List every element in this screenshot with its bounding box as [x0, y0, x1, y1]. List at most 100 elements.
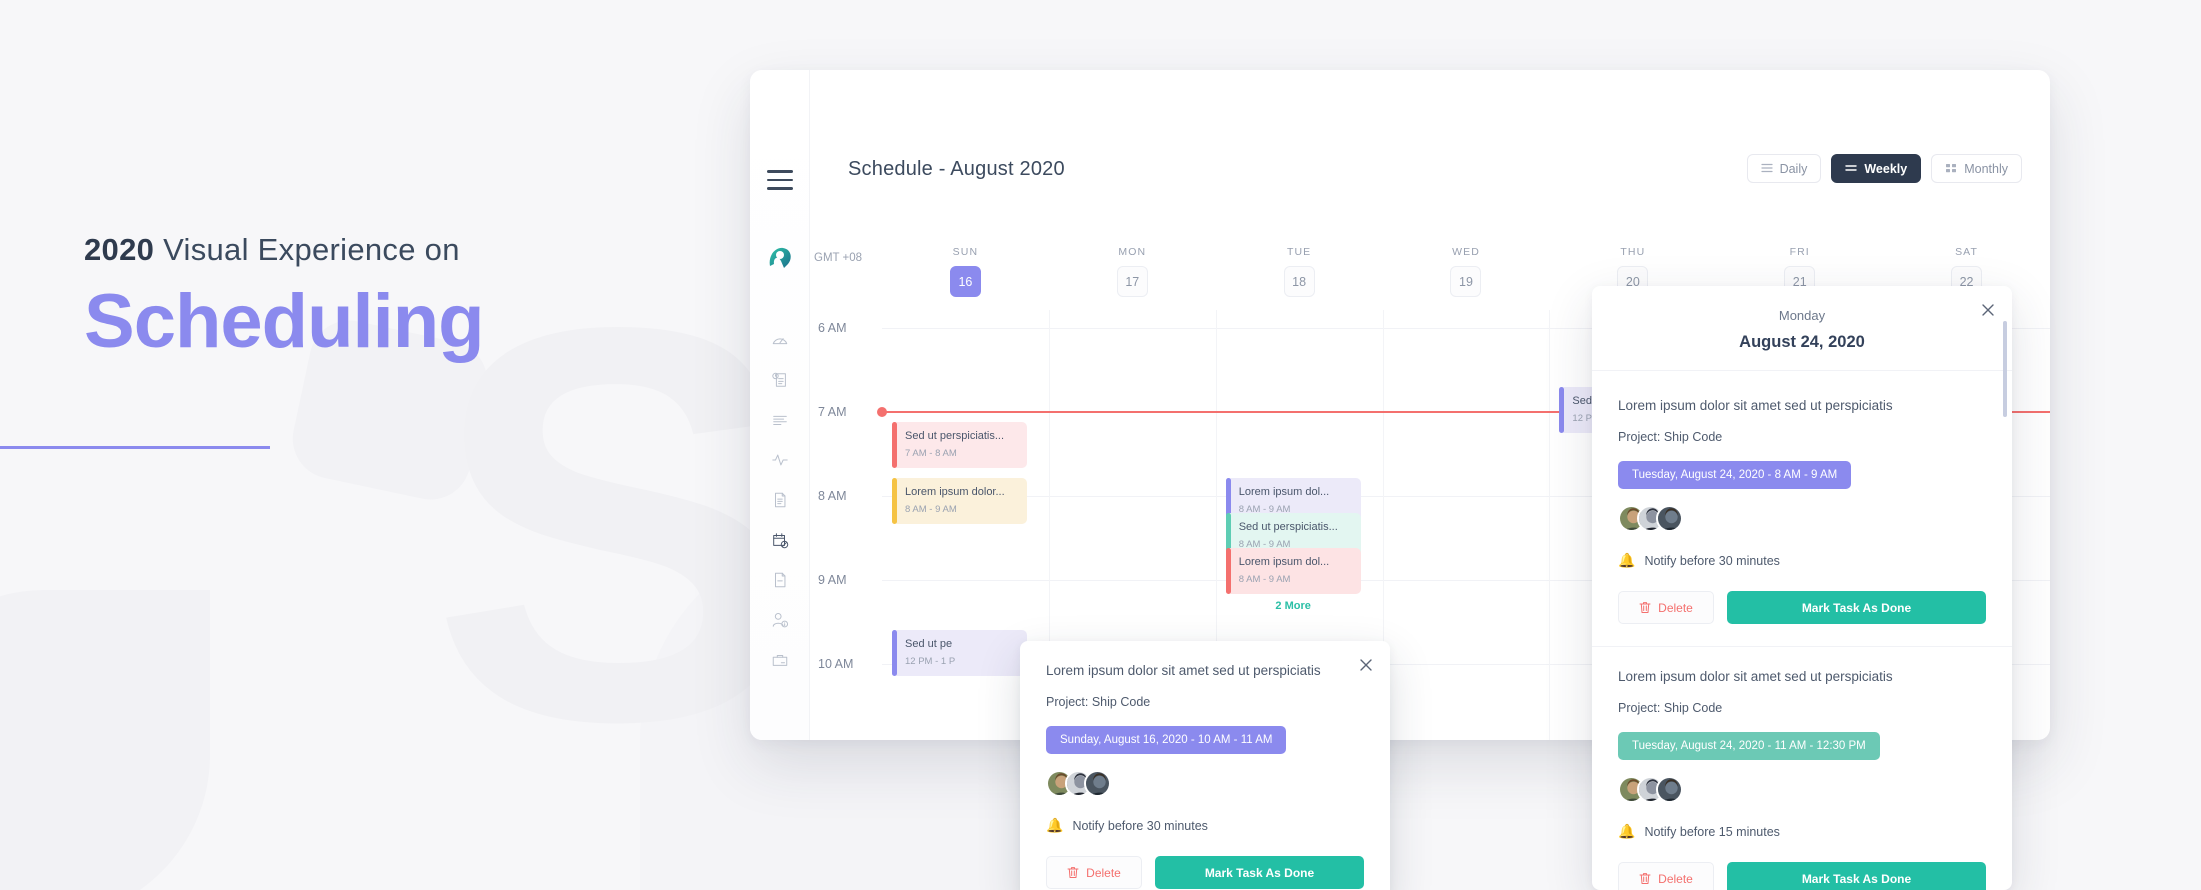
event-description: Lorem ipsum dolor sit amet sed ut perspi… [1618, 398, 1893, 413]
trash-icon [1067, 867, 1079, 878]
day-number-button[interactable]: 17 [1116, 266, 1148, 297]
calendar-check-icon [771, 531, 789, 549]
event-time: 8 AM - 9 AM [905, 504, 957, 515]
day-gridline [1549, 310, 1551, 740]
close-icon[interactable] [1980, 302, 1996, 318]
event-time-chip: Sunday, August 16, 2020 - 10 AM - 11 AM [1046, 726, 1287, 754]
event-accent-bar [892, 478, 897, 524]
calendar-event[interactable]: Lorem ipsum dol... 8 AM - 9 AM [1225, 548, 1361, 594]
sidebar-item-dashboard[interactable] [750, 320, 810, 360]
file-minus-icon [771, 571, 789, 589]
delete-label: Delete [1086, 865, 1121, 880]
more-events-link[interactable]: 2 More [1226, 600, 1361, 612]
view-weekly-button[interactable]: Weekly [1831, 154, 1922, 183]
event-time: 12 PM - 1 P [905, 656, 956, 667]
event-accent-bar [1225, 548, 1231, 594]
sidebar-item-files[interactable] [750, 560, 810, 600]
mark-done-button[interactable]: Mark Task As Done [1727, 862, 1986, 890]
user-info-icon [771, 611, 789, 629]
time-label: 9 AM [818, 573, 847, 587]
time-label: 7 AM [818, 405, 847, 419]
app-logo[interactable] [764, 242, 796, 274]
calendar-event[interactable]: Lorem ipsum dolor... 8 AM - 9 AM [892, 478, 1027, 524]
action-buttons: Delete Mark Task As Done [1618, 862, 1986, 890]
sidebar-item-documents[interactable] [750, 480, 810, 520]
sidebar [750, 70, 810, 740]
gauge-icon [771, 331, 789, 349]
event-time: 7 AM - 8 AM [905, 448, 957, 459]
list-icon [1760, 162, 1773, 176]
bell-icon: 🔔 [1046, 817, 1064, 833]
event-title: Lorem ipsum dol... [1238, 556, 1330, 568]
day-header-sun: SUN 16 [882, 246, 1049, 297]
hamburger-icon[interactable] [767, 170, 793, 190]
calendar-event[interactable]: Sed ut pe 12 PM - 1 P [892, 630, 1027, 676]
event-title: Lorem ipsum dol... [1238, 486, 1330, 498]
avatar [1656, 505, 1683, 532]
day-of-week-label: WED [1452, 246, 1480, 258]
day-number-button[interactable]: 18 [1283, 266, 1315, 297]
panel-date: August 24, 2020 [1739, 333, 1865, 351]
mark-done-button[interactable]: Mark Task As Done [1155, 856, 1364, 889]
event-time-chip: Tuesday, August 24, 2020 - 11 AM - 12:30… [1618, 732, 1880, 760]
day-of-week-label: THU [1620, 246, 1646, 258]
delete-button[interactable]: Delete [1618, 591, 1714, 624]
event-project: Project: Ship Code [1618, 430, 1723, 444]
panel-header: Monday August 24, 2020 [1592, 286, 2012, 371]
hero-subtitle: 2020 Visual Experience on [84, 232, 704, 268]
rows-icon [1845, 162, 1858, 176]
event-time: 8 AM - 9 AM [1238, 574, 1291, 585]
event-accent-bar [892, 630, 897, 676]
document-clock-icon [771, 371, 789, 389]
sidebar-item-contacts[interactable] [750, 600, 810, 640]
hero-underline [0, 446, 270, 449]
panel-event-item: Lorem ipsum dolor sit amet sed ut perspi… [1592, 647, 2012, 890]
view-daily-button[interactable]: Daily [1746, 154, 1822, 183]
current-time-dot [877, 407, 887, 417]
align-left-icon [771, 411, 789, 429]
view-toggle-label: Monthly [1964, 161, 2008, 176]
grid-icon [1945, 162, 1957, 176]
sidebar-item-schedule[interactable] [750, 520, 810, 560]
sidebar-item-archive[interactable] [750, 640, 810, 680]
hero-title: Scheduling [84, 279, 485, 364]
calendar-event[interactable]: Sed ut perspiciatis... 7 AM - 8 AM [892, 422, 1027, 468]
event-project: Project: Ship Code [1046, 695, 1151, 709]
event-detail-popup: Lorem ipsum dolor sit amet sed ut perspi… [1020, 641, 1390, 890]
notify-row: 🔔 Notify before 30 minutes [1618, 552, 1986, 569]
day-number-button[interactable]: 16 [949, 266, 981, 297]
event-description: Lorem ipsum dolor sit amet sed ut perspi… [1046, 663, 1321, 678]
notify-label: Notify before 30 minutes [1072, 818, 1208, 833]
event-detail-body: Lorem ipsum dolor sit amet sed ut perspi… [1020, 641, 1390, 890]
page-title: Schedule - August 2020 [848, 158, 1065, 180]
sidebar-item-reports[interactable] [750, 360, 810, 400]
day-number-button[interactable]: 19 [1450, 266, 1482, 297]
trash-icon [1639, 873, 1651, 884]
mark-done-button[interactable]: Mark Task As Done [1727, 591, 1986, 624]
delete-label: Delete [1658, 871, 1693, 886]
event-title: Sed ut perspiciatis... [1238, 521, 1338, 533]
day-of-week-label: SUN [952, 246, 979, 258]
day-header-mon: MON 17 [1049, 246, 1216, 297]
day-header-wed: WED 19 [1383, 246, 1550, 297]
hero-subtitle-rest: Visual Experience on [154, 232, 460, 267]
delete-button[interactable]: Delete [1046, 856, 1142, 889]
time-label: 10 AM [818, 657, 854, 671]
hero-year: 2020 [84, 232, 155, 267]
attendee-avatars [1046, 770, 1364, 797]
delete-button[interactable]: Delete [1618, 862, 1714, 890]
close-icon[interactable] [1358, 657, 1374, 673]
pulse-icon [771, 451, 789, 469]
sidebar-nav [750, 320, 810, 680]
attendee-avatars [1618, 505, 1986, 532]
page-root: Sch 2020 Visual Experience on Scheduling [0, 0, 2201, 890]
event-title: Lorem ipsum dolor... [905, 486, 1005, 498]
sidebar-item-lists[interactable] [750, 400, 810, 440]
view-monthly-button[interactable]: Monthly [1931, 154, 2022, 183]
notify-row: 🔔 Notify before 30 minutes [1046, 817, 1364, 834]
panel-scrollbar[interactable] [2003, 321, 2007, 417]
notify-label: Notify before 30 minutes [1644, 553, 1780, 568]
sidebar-item-activity[interactable] [750, 440, 810, 480]
avatar [1656, 776, 1683, 803]
bell-icon: 🔔 [1618, 552, 1636, 568]
